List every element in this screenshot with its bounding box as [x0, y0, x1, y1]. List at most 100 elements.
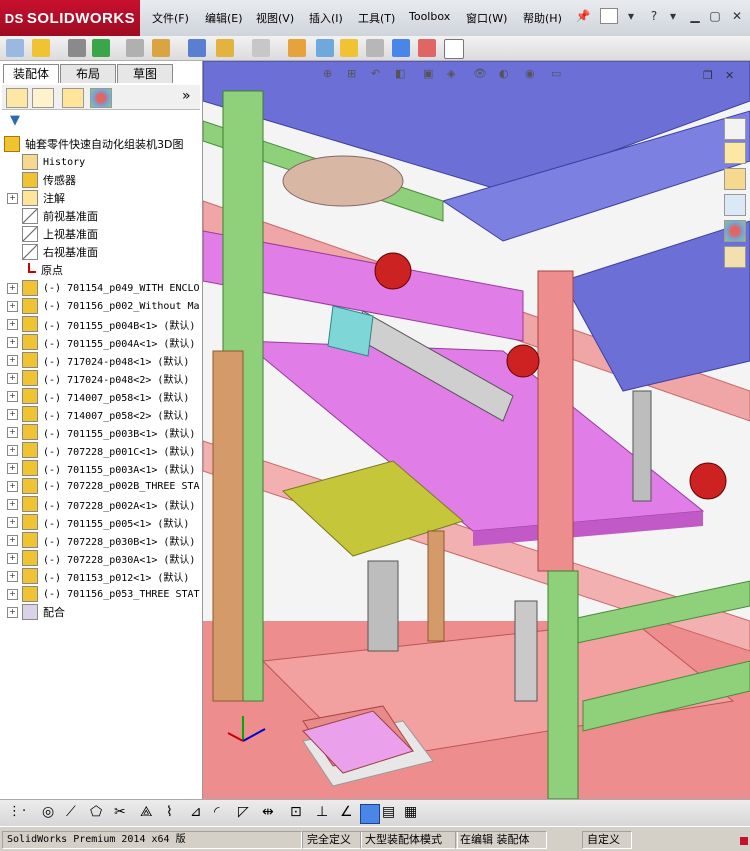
expand-toggle-icon[interactable]: + — [7, 444, 18, 456]
tree-item[interactable]: + (-) 714007_p058<1> (默认) — [0, 387, 202, 405]
menu-window[interactable]: 窗口(W) — [466, 10, 507, 26]
chamfer-icon[interactable]: ◸ — [238, 804, 256, 822]
tree-item[interactable]: 右视基准面 — [0, 243, 202, 261]
tree-item[interactable]: + 注解 — [0, 189, 202, 207]
view-settings-icon[interactable]: ▭ — [551, 67, 561, 80]
property-manager-tab-icon[interactable] — [32, 88, 54, 108]
edit-appearance-icon[interactable]: ◐ — [499, 67, 509, 80]
new-motion-study-icon[interactable] — [288, 39, 306, 57]
relations-icon[interactable]: ⊥ — [316, 804, 334, 822]
expand-toggle-icon[interactable]: + — [7, 408, 18, 420]
expand-toggle-icon[interactable]: + — [7, 426, 18, 438]
expand-toggle-icon[interactable]: + — [7, 606, 18, 618]
tree-item[interactable]: + (-) 714007_p058<2> (默认) — [0, 405, 202, 423]
interference-detection-icon[interactable] — [392, 39, 410, 57]
new-document-icon[interactable] — [600, 8, 618, 24]
tree-item[interactable]: + (-) 701156_p053_THREE STAT — [0, 585, 202, 603]
filter-icon[interactable]: ▼ — [10, 113, 20, 128]
menu-tools[interactable]: 工具(T) — [358, 10, 395, 26]
new-part-icon[interactable] — [32, 39, 50, 57]
file-explorer-icon[interactable] — [724, 168, 746, 190]
tree-item[interactable]: + (-) 701154_p049_WITH ENCLO — [0, 279, 202, 297]
appearances-icon[interactable] — [724, 220, 746, 242]
view-orientation-icon[interactable]: ▣ — [423, 67, 433, 80]
expand-toggle-icon[interactable]: + — [7, 480, 18, 492]
display-style-icon[interactable]: ◈ — [447, 67, 455, 80]
expand-toggle-icon[interactable]: + — [7, 462, 18, 474]
menu-help[interactable]: 帮助(H) — [523, 10, 562, 26]
expand-toggle-icon[interactable]: + — [7, 192, 18, 204]
bill-of-materials-icon[interactable] — [316, 39, 334, 57]
tree-item[interactable]: 原点 — [0, 261, 202, 279]
tree-item[interactable]: 传感器 — [0, 171, 202, 189]
assembly-features-icon[interactable] — [216, 39, 234, 57]
table-icon[interactable]: ▤ — [382, 804, 400, 822]
tree-item[interactable]: + (-) 701155_p004A<1> (默认) — [0, 333, 202, 351]
menu-toolbox[interactable]: Toolbox — [409, 10, 450, 23]
tab-assembly[interactable]: 装配体 — [3, 64, 59, 83]
pin-icon[interactable]: 📌 — [574, 8, 592, 24]
expand-toggle-icon[interactable]: + — [7, 354, 18, 366]
units-custom-status[interactable]: 自定义 — [582, 831, 632, 849]
expand-toggle-icon[interactable]: + — [7, 498, 18, 510]
expand-toggle-icon[interactable]: + — [7, 336, 18, 348]
shaded-display-icon[interactable] — [360, 804, 380, 824]
mirror-icon[interactable]: ⟁ — [140, 804, 158, 822]
feature-manager-tab-icon[interactable] — [6, 88, 28, 108]
smart-dimension-icon[interactable]: ⊡ — [290, 804, 308, 822]
tree-item[interactable]: + (-) 701155_p003A<1> (默认) — [0, 459, 202, 477]
tree-item[interactable]: + (-) 701155_p003B<1> (默认) — [0, 423, 202, 441]
mate-icon[interactable] — [68, 39, 86, 57]
close-icon[interactable]: ✕ — [728, 8, 746, 24]
graphics-viewport[interactable]: ⊕ ⊞ ↶ ◧ ▣ ◈ 👁 ◐ ◉ ▭ ❐ ✕ — [203, 61, 750, 799]
line-icon[interactable]: ⟋ — [66, 804, 84, 822]
section-view-icon[interactable]: ◧ — [395, 67, 405, 80]
tree-item[interactable]: + (-) 707228_p030B<1> (默认) — [0, 531, 202, 549]
expand-toggle-icon[interactable]: + — [7, 300, 18, 312]
polygon-icon[interactable]: ⬠ — [90, 804, 108, 822]
expand-toggle-icon[interactable]: + — [7, 570, 18, 582]
help-icon[interactable]: ? — [645, 8, 663, 24]
grid-icon[interactable]: ▦ — [404, 804, 422, 822]
convert-entities-icon[interactable]: ⊿ — [190, 804, 208, 822]
angle-icon[interactable]: ∠ — [340, 804, 358, 822]
tab-layout[interactable]: 布局 — [60, 64, 116, 83]
expand-toggle-icon[interactable]: + — [7, 372, 18, 384]
tab-sketch[interactable]: 草图 — [117, 64, 173, 83]
viewport-close-icon[interactable]: ✕ — [725, 69, 734, 82]
apply-scene-icon[interactable]: ◉ — [525, 67, 535, 80]
tree-item[interactable]: + (-) 701153_p012<1> (默认) — [0, 567, 202, 585]
exploded-view-icon[interactable] — [340, 39, 358, 57]
instant3d-icon[interactable] — [444, 39, 464, 59]
dimension-icon[interactable]: ⇹ — [262, 804, 280, 822]
trim-icon[interactable]: ✂ — [114, 804, 132, 822]
reference-geometry-icon[interactable] — [252, 39, 270, 57]
tree-item[interactable]: + (-) 701155_p004B<1> (默认) — [0, 315, 202, 333]
zoom-area-icon[interactable]: ⊞ — [347, 67, 356, 80]
menu-file[interactable]: 文件(F) — [152, 10, 189, 26]
solidworks-logo[interactable]: DS SOLIDWORKS — [0, 0, 140, 36]
minimize-icon[interactable]: ▁ — [686, 8, 704, 24]
zoom-to-fit-icon[interactable]: ⊕ — [323, 67, 332, 80]
tree-item[interactable]: + (-) 717024-p048<2> (默认) — [0, 369, 202, 387]
insert-component-icon[interactable] — [6, 39, 24, 57]
show-hidden-icon[interactable] — [188, 39, 206, 57]
tree-item[interactable]: + 配合 — [0, 603, 202, 621]
offset-icon[interactable]: ⌇ — [166, 804, 184, 822]
menu-view[interactable]: 视图(V) — [256, 10, 294, 26]
more-tabs-icon[interactable]: » — [182, 88, 191, 104]
clearance-verification-icon[interactable] — [418, 39, 436, 57]
menu-insert[interactable]: 插入(I) — [309, 10, 343, 26]
custom-properties-icon[interactable] — [724, 246, 746, 268]
tree-item[interactable]: + (-) 717024-p048<1> (默认) — [0, 351, 202, 369]
tree-item[interactable]: + (-) 707228_p030A<1> (默认) — [0, 549, 202, 567]
expand-toggle-icon[interactable]: + — [7, 282, 18, 294]
expand-toggle-icon[interactable]: + — [7, 516, 18, 528]
view-palette-icon[interactable] — [724, 194, 746, 216]
display-manager-tab-icon[interactable] — [90, 88, 112, 108]
tree-item[interactable]: + (-) 701156_p002_Without Ma — [0, 297, 202, 315]
tree-item[interactable]: + (-) 701155_p005<1> (默认) — [0, 513, 202, 531]
tree-item[interactable]: 上视基准面 — [0, 225, 202, 243]
hide-show-items-icon[interactable]: 👁 — [473, 67, 487, 80]
tree-item[interactable]: 前视基准面 — [0, 207, 202, 225]
